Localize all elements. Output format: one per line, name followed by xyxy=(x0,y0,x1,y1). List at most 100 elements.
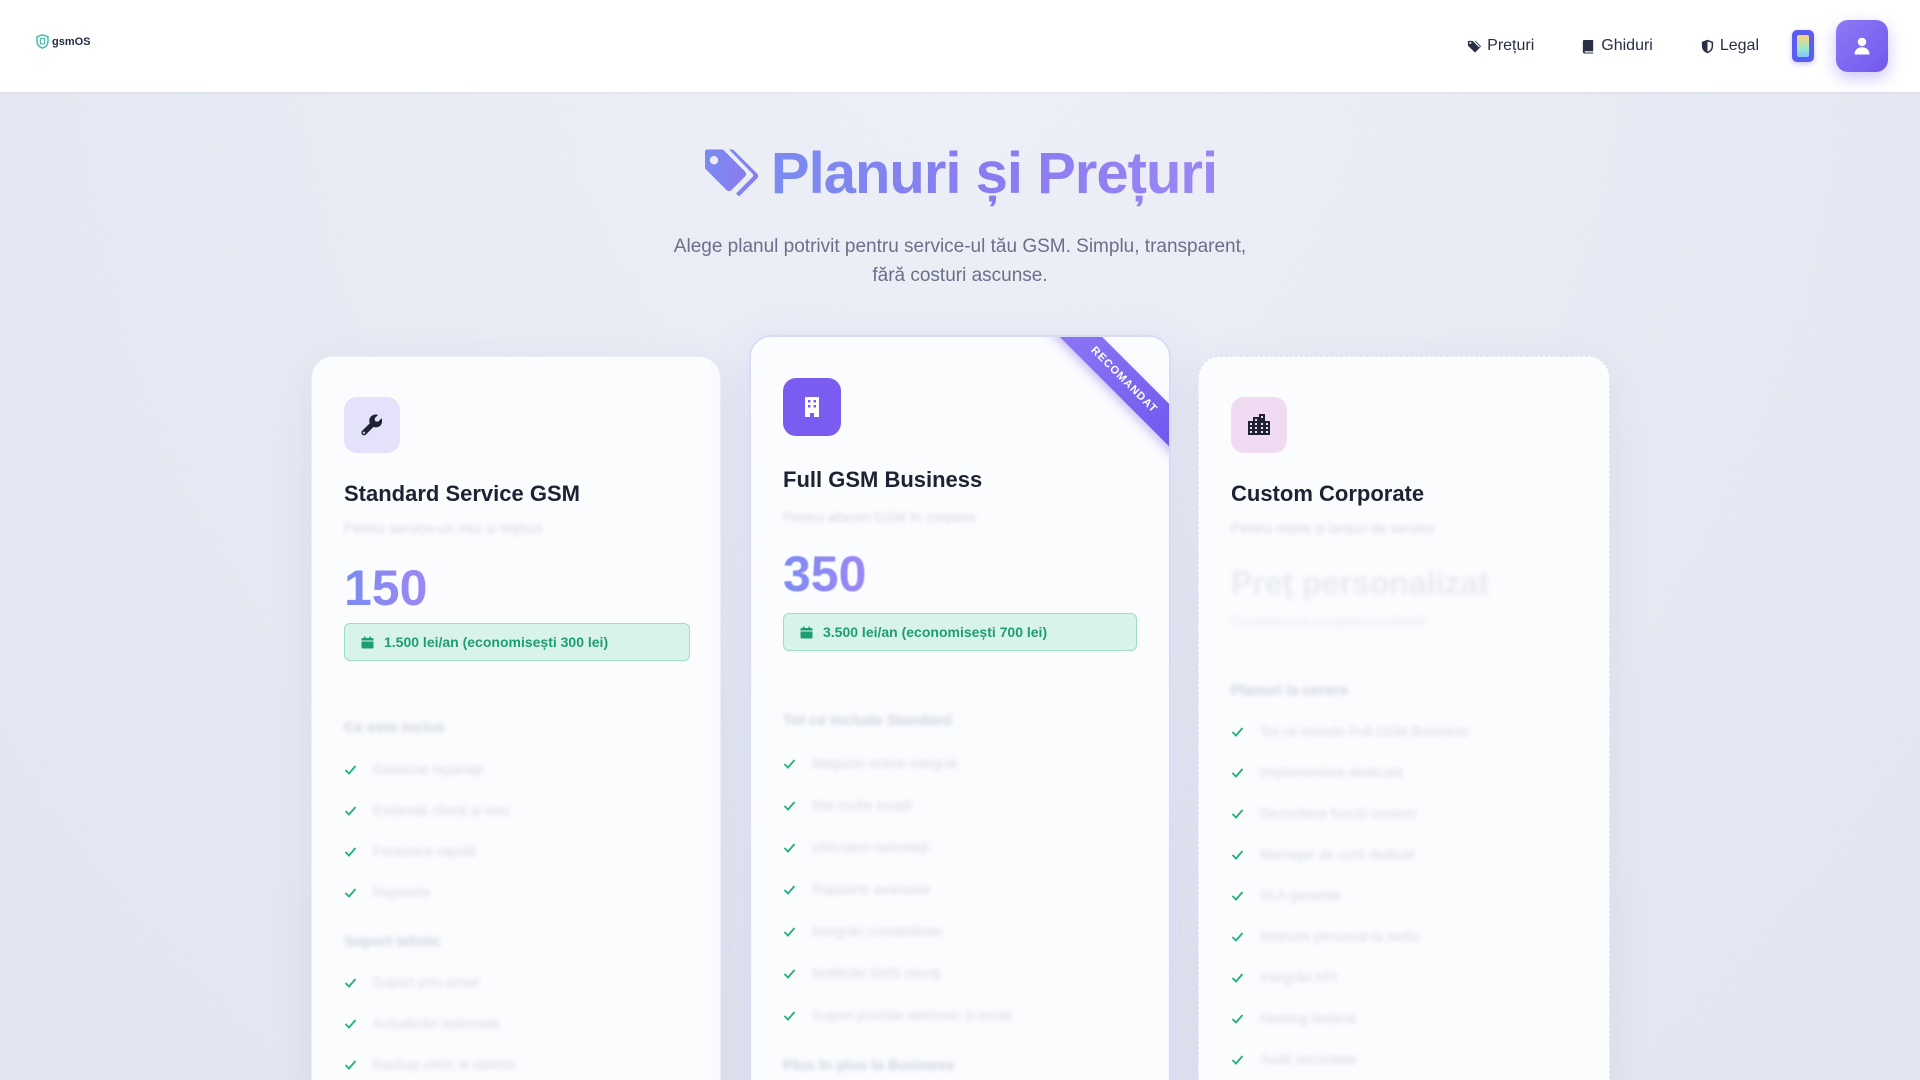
feature-label: Rapoarte xyxy=(373,884,431,900)
feature-label: Instruire personal la sediu xyxy=(1260,928,1421,944)
feature-item: Dezvoltare funcții custom xyxy=(1231,803,1416,823)
feature-label: Evidență clienți și stoc xyxy=(373,802,511,818)
feature-label: Rapoarte avansate xyxy=(812,881,931,897)
feature-item: Magazin online integrat xyxy=(783,753,957,773)
device-button[interactable] xyxy=(1792,30,1814,62)
feature-item: Backup zilnic al datelor xyxy=(344,1054,516,1074)
check-icon xyxy=(344,764,357,775)
top-header: gsmOS Prețuri Ghiduri Legal xyxy=(0,0,1920,92)
page-title: Planuri și Prețuri xyxy=(0,140,1920,207)
feature-item: Suport prioritar telefonic și email xyxy=(783,1005,1012,1025)
wrench-icon xyxy=(361,414,383,436)
calendar-icon xyxy=(800,626,813,638)
check-icon xyxy=(344,1018,357,1029)
plan-card-corporate: Custom Corporate Pentru rețele și lanțur… xyxy=(1198,356,1610,1080)
feature-label: Backup zilnic al datelor xyxy=(373,1056,517,1072)
custom-price-subtitle: Contactează-ne pentru o ofertă xyxy=(1231,613,1425,629)
main-nav: Prețuri Ghiduri Legal xyxy=(1467,20,1888,72)
check-icon xyxy=(344,805,357,816)
feature-item: Utilizatori nelimitați xyxy=(783,837,929,857)
user-account-button[interactable] xyxy=(1836,20,1888,72)
recommended-ribbon: RECOMANDAT xyxy=(1046,337,1169,458)
feature-item: Notificări SMS clienți xyxy=(783,963,940,983)
feature-item: Audit securitate xyxy=(1231,1049,1357,1069)
plan-icon-wrapper xyxy=(344,397,400,453)
feature-item: Rapoarte avansate xyxy=(783,879,930,899)
feature-label: Integrări API xyxy=(1260,969,1338,985)
feature-label: Hosting dedicat xyxy=(1260,1010,1357,1026)
features-heading: Planuri la cerere xyxy=(1231,682,1348,699)
check-icon xyxy=(783,926,796,937)
nav-guides[interactable]: Ghiduri xyxy=(1581,37,1653,55)
building-icon xyxy=(805,397,819,417)
city-icon xyxy=(1248,414,1270,435)
feature-item: Mai multe locații xyxy=(783,795,912,815)
logo[interactable]: gsmOS xyxy=(36,34,91,49)
features-heading: Tot ce include Standard xyxy=(783,712,952,729)
nav-pricing[interactable]: Prețuri xyxy=(1467,37,1534,55)
book-icon xyxy=(1583,39,1594,54)
feature-item: SLA garantat xyxy=(1231,885,1341,905)
annual-price-badge: 3.500 lei/an (economisești 700 lei) xyxy=(783,613,1137,651)
annual-price-badge: 1.500 lei/an (economisești 300 lei) xyxy=(344,623,690,661)
feature-item: Instruire personal la sediu xyxy=(1231,926,1420,946)
check-icon xyxy=(344,1059,357,1070)
page-subtitle: Alege planul potrivit pentru service-ul … xyxy=(673,236,1247,286)
nav-legal[interactable]: Legal xyxy=(1700,37,1759,55)
plan-name: Custom Corporate xyxy=(1231,481,1425,506)
check-icon xyxy=(1231,890,1244,901)
feature-item: Tot ce include Full GSM Business xyxy=(1231,721,1469,741)
feature-item: Gestiune reparații xyxy=(344,759,484,779)
check-icon xyxy=(1231,849,1244,860)
annual-price-text: 3.500 lei/an (economisești 700 lei) xyxy=(823,624,1048,640)
custom-price-label: Preț personalizat xyxy=(1231,565,1489,601)
plan-description: Pentru rețele și lanțuri de service xyxy=(1231,520,1435,536)
tags-icon xyxy=(704,149,759,196)
feature-label: Facturare rapidă xyxy=(373,843,476,859)
check-icon xyxy=(1231,931,1244,942)
check-icon xyxy=(783,884,796,895)
check-icon xyxy=(1231,767,1244,778)
nav-guides-label: Ghiduri xyxy=(1601,37,1653,54)
check-icon xyxy=(1231,972,1244,983)
feature-label: Manager de cont dedicat xyxy=(1260,846,1415,862)
feature-item: Actualizări automate xyxy=(344,1013,500,1033)
check-icon xyxy=(783,800,796,811)
feature-label: Suport prin email xyxy=(373,974,479,990)
plan-card-standard: Standard Service GSM Pentru service-uri … xyxy=(311,356,721,1080)
feature-label: Suport prioritar telefonic și email xyxy=(812,1007,1012,1023)
support-heading: Suport tehnic xyxy=(344,933,441,950)
shield-icon xyxy=(1701,39,1713,53)
check-icon xyxy=(344,887,357,898)
feature-item: Suport prin email xyxy=(344,972,479,992)
check-icon xyxy=(783,758,796,769)
extras-heading: Plus în plus la Business xyxy=(783,1057,955,1074)
plan-name: Full GSM Business xyxy=(783,467,983,492)
feature-label: Tot ce include Full GSM Business xyxy=(1260,723,1469,739)
check-icon xyxy=(1231,726,1244,737)
feature-label: Implementare dedicată xyxy=(1260,764,1403,780)
feature-item: Integrări API xyxy=(1231,967,1337,987)
feature-label: Actualizări automate xyxy=(373,1015,500,1031)
tags-icon xyxy=(1468,40,1482,53)
feature-item: Integrări contabilitate xyxy=(783,921,942,941)
nav-legal-label: Legal xyxy=(1719,37,1759,54)
feature-label: Dezvoltare funcții custom xyxy=(1260,805,1417,821)
feature-label: Utilizatori nelimitați xyxy=(812,839,929,855)
feature-label: Integrări contabilitate xyxy=(812,923,942,939)
plan-price: 150 xyxy=(344,560,428,616)
feature-item: Facturare rapidă xyxy=(344,841,476,861)
plan-description: Pentru afaceri GSM în creștere xyxy=(783,509,976,525)
plan-name: Standard Service GSM xyxy=(344,481,580,506)
page-heading: Planuri și Prețuri xyxy=(770,141,1218,206)
features-heading: Ce este inclus xyxy=(344,719,445,736)
check-icon xyxy=(1231,1054,1244,1065)
plan-card-business: RECOMANDAT Full GSM Business Pentru afac… xyxy=(749,335,1171,1080)
check-icon xyxy=(344,977,357,988)
feature-label: Magazin online integrat xyxy=(812,755,957,771)
feature-label: SLA garantat xyxy=(1260,887,1341,903)
plan-icon-wrapper xyxy=(1231,397,1287,453)
user-icon xyxy=(1854,37,1870,55)
feature-item: Evidență clienți și stoc xyxy=(344,800,511,820)
check-icon xyxy=(1231,1013,1244,1024)
